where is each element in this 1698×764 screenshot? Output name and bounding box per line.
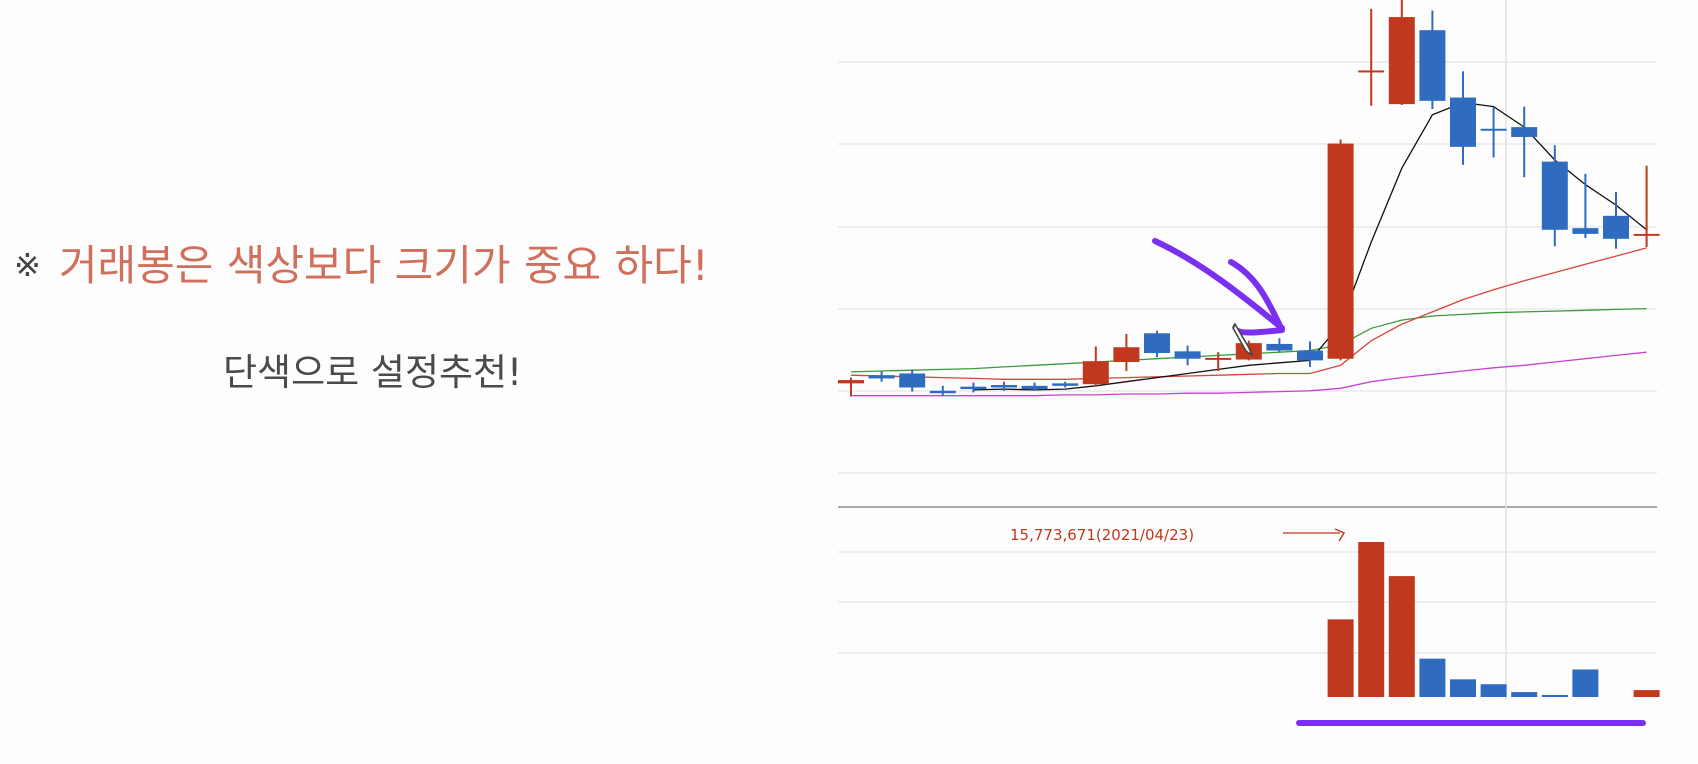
candle-15 bbox=[1297, 341, 1323, 367]
candle-body bbox=[868, 375, 895, 379]
volume-bar-17 bbox=[1358, 542, 1385, 697]
candle-0 bbox=[838, 377, 864, 397]
volume-label-arrowhead bbox=[1334, 528, 1346, 542]
candle-19 bbox=[1419, 10, 1446, 110]
volume-peak-label: 15,773,671(2021/04/23) bbox=[1010, 526, 1194, 544]
purple-arrow-shaft bbox=[1152, 238, 1285, 331]
candle-body bbox=[1082, 361, 1109, 385]
candle-20 bbox=[1450, 71, 1476, 165]
volume-bar-26 bbox=[1633, 690, 1660, 697]
volume-bar-21 bbox=[1480, 684, 1507, 697]
candle-7 bbox=[1052, 381, 1079, 388]
candle-18 bbox=[1388, 0, 1415, 105]
candle-body bbox=[899, 373, 926, 388]
candle-25 bbox=[1603, 192, 1629, 249]
candle-24 bbox=[1572, 173, 1599, 238]
candle-body bbox=[929, 390, 956, 394]
stock-chart: 15,773,671(2021/04/23) bbox=[838, 0, 1660, 726]
candle-2 bbox=[899, 369, 926, 392]
candle-body bbox=[1450, 97, 1476, 147]
candle-11 bbox=[1174, 345, 1201, 366]
candle-body bbox=[1052, 383, 1079, 386]
candle-body bbox=[1358, 70, 1385, 73]
candle-body bbox=[1419, 30, 1446, 101]
candle-3 bbox=[929, 385, 956, 396]
pen-cursor-icon bbox=[1232, 323, 1253, 356]
candle-8 bbox=[1082, 346, 1109, 386]
candle-body bbox=[838, 380, 864, 384]
candle-14 bbox=[1266, 338, 1293, 353]
candle-body bbox=[1266, 343, 1293, 351]
candle-21 bbox=[1480, 107, 1507, 158]
candle-23 bbox=[1541, 145, 1568, 247]
candle-26 bbox=[1633, 165, 1660, 248]
candle-9 bbox=[1113, 334, 1140, 372]
candle-body bbox=[1297, 350, 1323, 361]
candle-body bbox=[991, 385, 1017, 388]
candle-body bbox=[960, 386, 987, 390]
candle-body bbox=[1603, 215, 1629, 239]
volume-bar-18 bbox=[1388, 576, 1415, 697]
candle-body bbox=[1205, 357, 1232, 360]
volume-bar-20 bbox=[1450, 679, 1476, 697]
candle-body bbox=[1511, 127, 1538, 137]
candle-22 bbox=[1511, 106, 1538, 178]
volume-series bbox=[1327, 542, 1660, 697]
candle-17 bbox=[1358, 8, 1385, 106]
volume-bar-19 bbox=[1419, 658, 1446, 697]
candle-1 bbox=[868, 371, 895, 382]
candle-body bbox=[1480, 128, 1507, 131]
candle-body bbox=[1113, 347, 1140, 363]
candle-body bbox=[1541, 161, 1568, 230]
candle-body bbox=[1144, 333, 1170, 353]
candle-body bbox=[1021, 385, 1048, 390]
candle-body bbox=[1388, 17, 1415, 105]
candle-10 bbox=[1144, 330, 1170, 358]
volume-bar-24 bbox=[1572, 669, 1599, 697]
candle-body bbox=[1633, 233, 1660, 236]
candle-body bbox=[1327, 143, 1354, 359]
volume-bar-23 bbox=[1541, 695, 1568, 697]
candle-body bbox=[1572, 228, 1599, 234]
candle-16 bbox=[1327, 139, 1354, 361]
volume-bar-16 bbox=[1327, 619, 1354, 697]
volume-bar-22 bbox=[1511, 692, 1538, 697]
candle-body bbox=[1174, 351, 1201, 359]
